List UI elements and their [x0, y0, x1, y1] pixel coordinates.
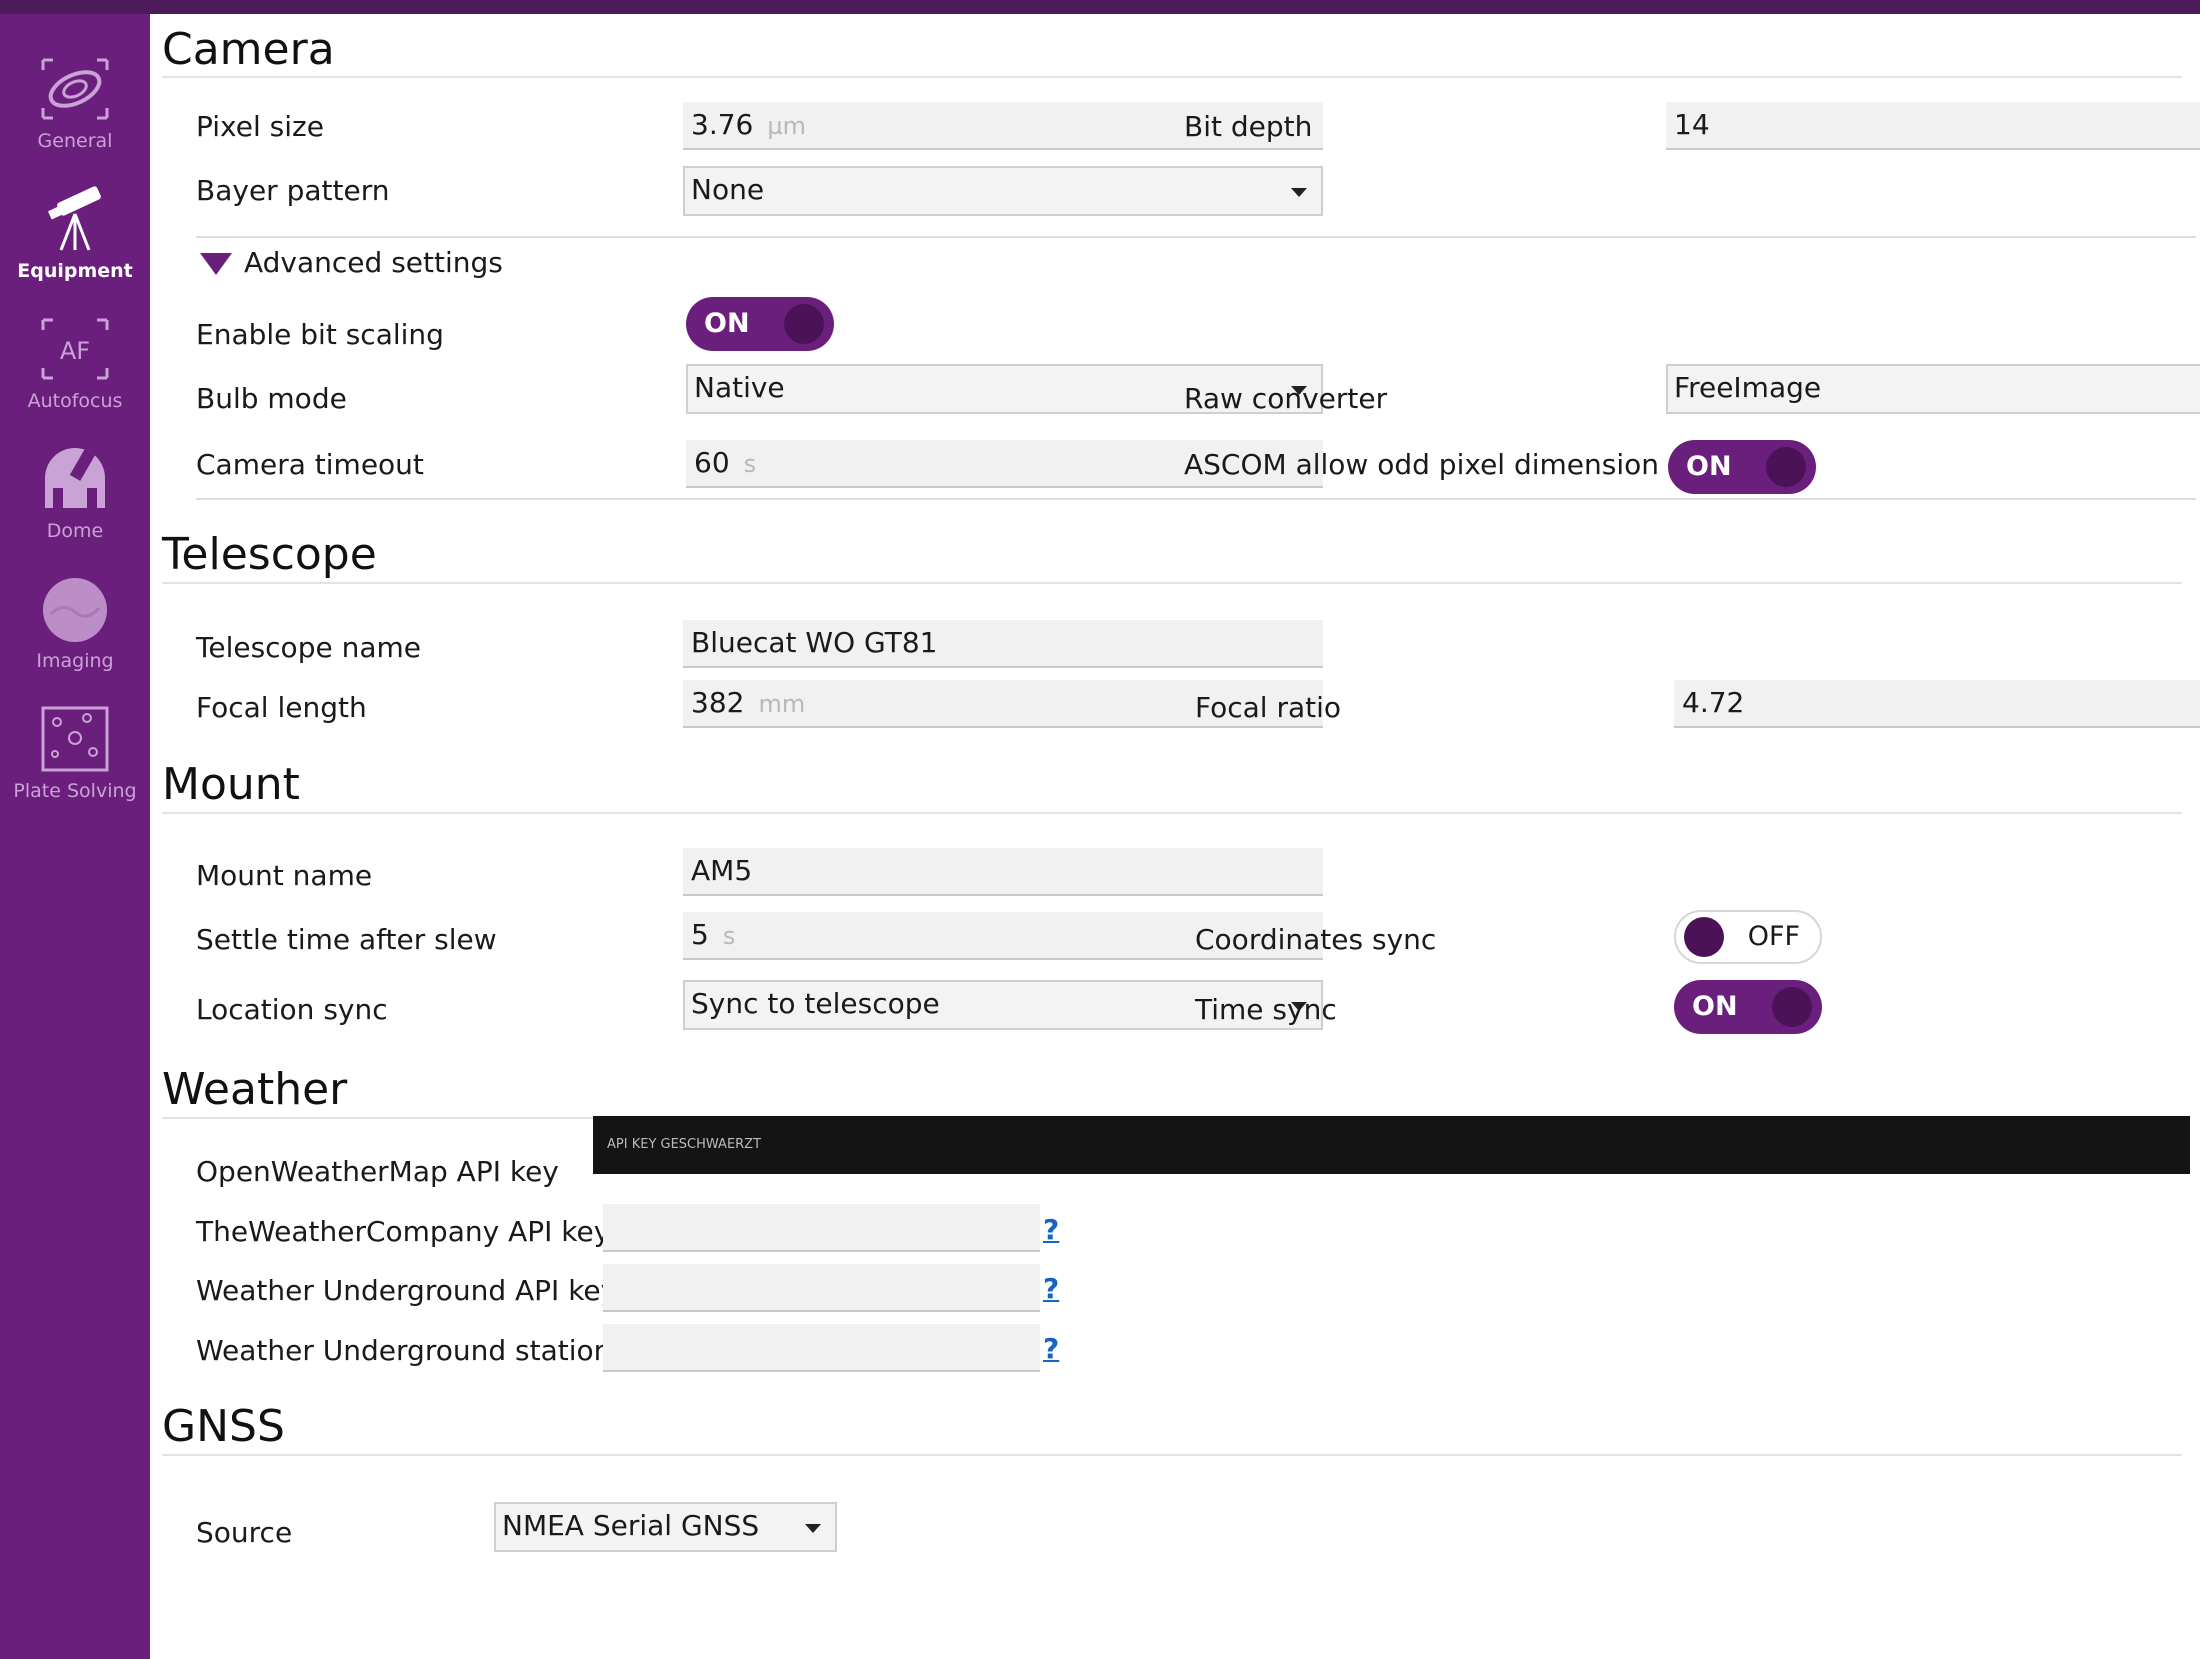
sidebar-item-imaging[interactable]: Imaging — [0, 564, 150, 684]
twc-api-key-field[interactable] — [603, 1204, 1040, 1252]
telescope-icon — [47, 186, 101, 251]
gnss-source-label: Source — [196, 1516, 293, 1549]
pixel-size-label: Pixel size — [196, 110, 324, 143]
plate-solving-icon — [41, 706, 109, 772]
mount-section-title: Mount — [162, 759, 300, 810]
ascom-odd-pixel-toggle[interactable]: ON — [1668, 440, 1816, 494]
twc-api-key-label: TheWeatherCompany API key — [196, 1215, 611, 1248]
telescope-name-label: Telescope name — [196, 631, 421, 664]
wu-station-help-link[interactable]: ? — [1043, 1332, 1059, 1365]
chevron-down-icon — [805, 1524, 821, 1533]
bit-depth-field[interactable]: 14 — [1666, 102, 2200, 150]
mount-name-label: Mount name — [196, 859, 373, 892]
wu-api-key-label: Weather Underground API key — [196, 1274, 618, 1307]
wu-api-key-field[interactable] — [603, 1264, 1040, 1312]
sidebar-item-label: Imaging — [36, 650, 114, 672]
owm-api-key-redacted: API KEY GESCHWAERZT — [593, 1116, 2190, 1174]
observatory-dome-icon — [45, 448, 105, 508]
settle-time-label: Settle time after slew — [196, 923, 497, 956]
autofocus-icon-text: AF — [60, 337, 90, 365]
enable-bit-scaling-label: Enable bit scaling — [196, 318, 444, 351]
expand-triangle-icon — [200, 253, 232, 275]
raw-converter-dropdown[interactable]: FreeImage — [1666, 364, 2200, 414]
sidebar-item-label: General — [37, 130, 113, 152]
coordinates-sync-toggle[interactable]: OFF — [1674, 910, 1822, 964]
sidebar-item-label: Autofocus — [27, 390, 123, 412]
wu-station-id-label: Weather Underground station ID — [196, 1334, 651, 1367]
settings-content: Camera Pixel size 3.76 µm Bit depth 14 Ba… — [150, 14, 2200, 1659]
location-sync-label: Location sync — [196, 993, 388, 1026]
enable-bit-scaling-toggle[interactable]: ON — [686, 297, 834, 351]
section-divider — [162, 812, 2182, 814]
section-divider — [162, 1454, 2182, 1456]
top-bar — [0, 0, 2200, 14]
raw-converter-label: Raw converter — [1184, 382, 1388, 415]
subsection-divider — [196, 498, 2196, 500]
camera-section-title: Camera — [162, 24, 335, 75]
twc-help-link[interactable]: ? — [1043, 1213, 1059, 1246]
bulb-mode-label: Bulb mode — [196, 382, 347, 415]
bayer-pattern-label: Bayer pattern — [196, 174, 390, 207]
wu-key-help-link[interactable]: ? — [1043, 1272, 1059, 1305]
bit-depth-label: Bit depth — [1184, 110, 1313, 143]
mount-name-field[interactable]: AM5 — [683, 848, 1323, 896]
sidebar-item-equipment[interactable]: Equipment — [0, 174, 150, 294]
sidebar-item-autofocus[interactable]: AF Autofocus — [0, 304, 150, 424]
camera-timeout-label: Camera timeout — [196, 448, 424, 481]
advanced-settings-expander[interactable]: Advanced settings — [200, 246, 503, 279]
ascom-odd-pixel-label: ASCOM allow odd pixel dimension — [1184, 448, 1660, 481]
gnss-section-title: GNSS — [162, 1401, 285, 1452]
wu-station-id-field[interactable] — [603, 1324, 1040, 1372]
sidebar-item-label: Dome — [46, 520, 104, 542]
sidebar: General Equipment AF Autofocus Dome Imag… — [0, 14, 150, 1659]
weather-section-title: Weather — [162, 1064, 348, 1115]
time-sync-toggle[interactable]: ON — [1674, 980, 1822, 1034]
imaging-icon — [43, 578, 107, 642]
galaxy-icon — [41, 58, 109, 120]
focal-ratio-label: Focal ratio — [1195, 691, 1342, 724]
sidebar-item-label: Equipment — [17, 260, 133, 282]
bayer-pattern-dropdown[interactable]: None — [683, 166, 1323, 216]
sidebar-item-dome[interactable]: Dome — [0, 434, 150, 554]
section-divider — [162, 582, 2182, 584]
sidebar-item-general[interactable]: General — [0, 44, 150, 164]
subsection-divider — [196, 236, 2196, 238]
focal-ratio-field[interactable]: 4.72 — [1674, 680, 2200, 728]
telescope-name-field[interactable]: Bluecat WO GT81 — [683, 620, 1323, 668]
chevron-down-icon — [1291, 188, 1307, 197]
gnss-source-dropdown[interactable]: NMEA Serial GNSS — [494, 1502, 837, 1552]
sidebar-item-plate-solving[interactable]: Plate Solving — [0, 694, 150, 814]
coordinates-sync-label: Coordinates sync — [1195, 923, 1437, 956]
section-divider — [162, 76, 2182, 78]
owm-api-key-label: OpenWeatherMap API key — [196, 1155, 559, 1188]
telescope-section-title: Telescope — [162, 529, 377, 580]
time-sync-label: Time sync — [1195, 993, 1337, 1026]
sidebar-item-label: Plate Solving — [13, 780, 137, 802]
autofocus-icon: AF — [41, 318, 109, 380]
focal-length-label: Focal length — [196, 691, 367, 724]
